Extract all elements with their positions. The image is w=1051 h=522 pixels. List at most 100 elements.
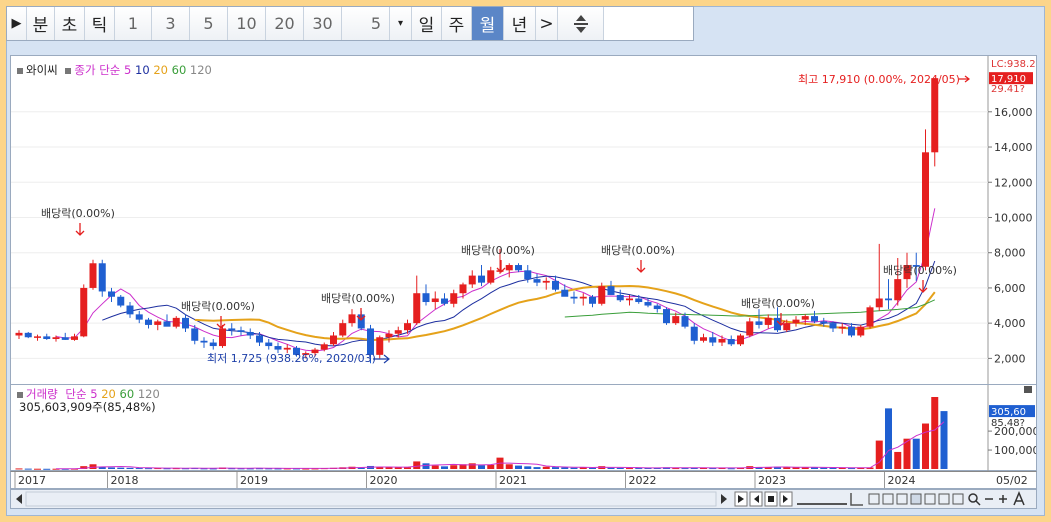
candle-body[interactable] bbox=[182, 317, 189, 329]
next-button[interactable]: > bbox=[536, 7, 558, 40]
volume-bar[interactable] bbox=[783, 467, 791, 469]
volume-bar[interactable] bbox=[505, 464, 513, 469]
volume-bar[interactable] bbox=[431, 465, 439, 469]
candle-body[interactable] bbox=[135, 314, 143, 320]
volume-bar[interactable] bbox=[450, 465, 458, 469]
candle-body[interactable] bbox=[866, 307, 874, 327]
candle-body[interactable] bbox=[413, 293, 421, 324]
candle-body[interactable] bbox=[376, 337, 384, 355]
volume-bar[interactable] bbox=[552, 467, 559, 469]
candle-body[interactable] bbox=[561, 289, 569, 297]
candle-body[interactable] bbox=[274, 346, 282, 350]
chart-scrollbar[interactable] bbox=[10, 489, 1037, 509]
axis-icon[interactable] bbox=[850, 493, 863, 506]
volume-bar[interactable] bbox=[894, 451, 902, 469]
layout-icon[interactable] bbox=[952, 493, 964, 505]
volume-bar[interactable] bbox=[117, 467, 125, 469]
candle-body[interactable] bbox=[431, 298, 439, 303]
panel-icon[interactable] bbox=[910, 493, 922, 505]
copy-icon[interactable] bbox=[868, 493, 880, 505]
candle-body[interactable] bbox=[931, 78, 939, 153]
candle-body[interactable] bbox=[459, 284, 467, 294]
candle-body[interactable] bbox=[875, 298, 883, 308]
candle-body[interactable] bbox=[644, 302, 652, 306]
volume-bar[interactable] bbox=[616, 467, 624, 469]
candle-body[interactable] bbox=[626, 298, 633, 301]
candle-body[interactable] bbox=[348, 314, 356, 324]
chevron-down-icon[interactable]: ▾ bbox=[390, 7, 412, 40]
volume-bar[interactable] bbox=[829, 467, 837, 469]
volume-bar[interactable] bbox=[413, 461, 421, 469]
volume-bar[interactable] bbox=[626, 468, 633, 470]
grid-icon[interactable] bbox=[882, 493, 894, 505]
candle-body[interactable] bbox=[570, 296, 578, 299]
candle-body[interactable] bbox=[700, 337, 707, 341]
search-icon[interactable] bbox=[968, 493, 978, 503]
volume-bar[interactable] bbox=[885, 408, 892, 469]
candle-body[interactable] bbox=[727, 339, 735, 345]
candle-body[interactable] bbox=[616, 294, 624, 301]
candle-body[interactable] bbox=[283, 347, 291, 350]
candle-body[interactable] bbox=[61, 337, 69, 340]
price-chart[interactable]: 2,000 4,000 6,000 8,000 10,000 12,000 14,000 16… bbox=[11, 56, 1036, 384]
volume-bar[interactable] bbox=[43, 468, 51, 470]
volume-bar[interactable] bbox=[940, 411, 948, 469]
interval-count-input[interactable]: 5 bbox=[342, 7, 390, 40]
candle-body[interactable] bbox=[515, 265, 522, 271]
interval-30-button[interactable]: 30 bbox=[304, 7, 342, 40]
candle-body[interactable] bbox=[663, 309, 670, 324]
candle-body[interactable] bbox=[228, 328, 236, 331]
volume-chart[interactable]: 100,000200,000305,6085.48? bbox=[11, 385, 1036, 471]
play-button[interactable]: ▶ bbox=[7, 7, 27, 40]
candle-body[interactable] bbox=[505, 265, 513, 271]
candle-body[interactable] bbox=[811, 316, 818, 322]
candle-body[interactable] bbox=[838, 326, 846, 329]
candle-body[interactable] bbox=[71, 336, 78, 340]
volume-bar[interactable] bbox=[468, 463, 476, 469]
volume-bar[interactable] bbox=[542, 466, 550, 469]
volume-bar[interactable] bbox=[89, 464, 97, 469]
candle-body[interactable] bbox=[172, 317, 180, 327]
candle-body[interactable] bbox=[200, 340, 208, 343]
candle-body[interactable] bbox=[320, 344, 328, 350]
candle-body[interactable] bbox=[709, 337, 717, 343]
frame-icon[interactable] bbox=[938, 493, 950, 505]
toolbar-blank-field[interactable] bbox=[604, 7, 670, 40]
candle-body[interactable] bbox=[145, 319, 152, 325]
interval-20-button[interactable]: 20 bbox=[266, 7, 304, 40]
volume-bar[interactable] bbox=[108, 467, 115, 469]
candle-body[interactable] bbox=[755, 321, 763, 325]
candle-body[interactable] bbox=[117, 296, 125, 306]
volume-bar[interactable] bbox=[15, 468, 23, 470]
interval-10-button[interactable]: 10 bbox=[228, 7, 266, 40]
candle-body[interactable] bbox=[209, 342, 217, 347]
candle-body[interactable] bbox=[848, 326, 855, 336]
candle-body[interactable] bbox=[404, 323, 411, 331]
candle-body[interactable] bbox=[154, 321, 162, 325]
candle-body[interactable] bbox=[265, 342, 273, 347]
candle-body[interactable] bbox=[746, 321, 754, 336]
resize-icon[interactable] bbox=[558, 7, 604, 40]
candle-body[interactable] bbox=[339, 323, 347, 336]
scroll-track[interactable] bbox=[25, 491, 717, 507]
candle-body[interactable] bbox=[52, 337, 60, 340]
candle-body[interactable] bbox=[885, 298, 892, 301]
scroll-right-icon[interactable] bbox=[721, 494, 727, 504]
candle-body[interactable] bbox=[542, 280, 550, 283]
volume-bar[interactable] bbox=[34, 468, 41, 470]
volume-bar[interactable] bbox=[589, 467, 596, 469]
candle-body[interactable] bbox=[579, 296, 587, 299]
candle-body[interactable] bbox=[607, 286, 615, 295]
volume-bar[interactable] bbox=[570, 467, 578, 469]
window-icon[interactable] bbox=[896, 493, 908, 505]
unit-day-button[interactable]: 일 bbox=[412, 7, 442, 40]
unit-month-button[interactable]: 월 bbox=[472, 7, 504, 40]
candle-body[interactable] bbox=[552, 280, 559, 290]
candle-body[interactable] bbox=[801, 316, 809, 320]
candle-body[interactable] bbox=[163, 321, 171, 327]
settings-icon[interactable] bbox=[924, 493, 936, 505]
candle-body[interactable] bbox=[857, 326, 865, 336]
candle-body[interactable] bbox=[441, 298, 448, 304]
candle-body[interactable] bbox=[367, 328, 374, 355]
volume-bar[interactable] bbox=[635, 468, 643, 470]
